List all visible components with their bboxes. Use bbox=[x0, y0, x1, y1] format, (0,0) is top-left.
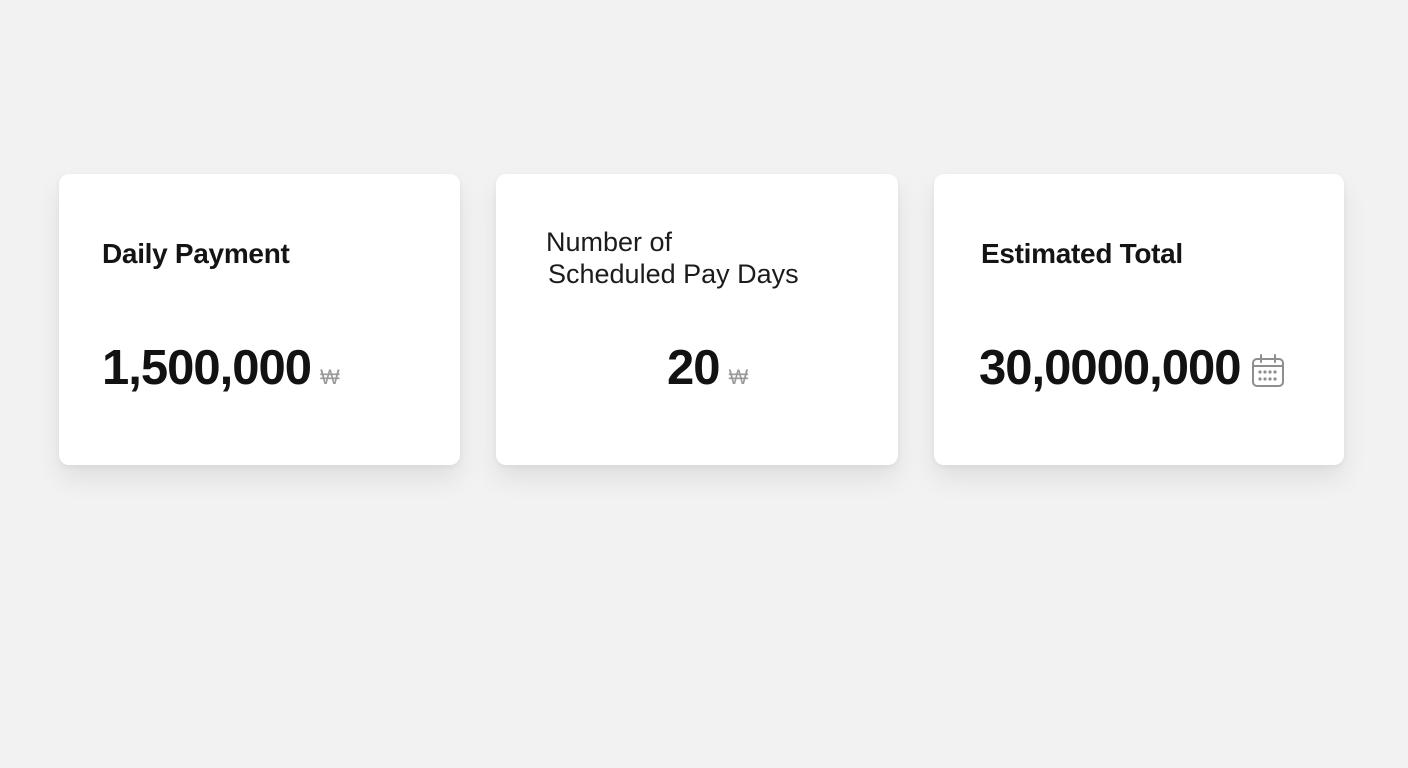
daily-payment-label: Daily Payment bbox=[102, 238, 290, 269]
estimated-total-value: 30,0000,000 bbox=[979, 341, 1241, 395]
estimated-total-value-row: 30,0000,000 bbox=[979, 340, 1285, 396]
estimated-total-card: Estimated Total 30,0000,000 bbox=[934, 174, 1344, 465]
daily-payment-value-row: 1,500,000 ₩ bbox=[102, 340, 340, 396]
daily-payment-card: Daily Payment 1,500,000 ₩ bbox=[59, 174, 460, 465]
estimated-total-label: Estimated Total bbox=[981, 238, 1183, 269]
scheduled-pay-days-label-line1: Number of bbox=[546, 227, 673, 257]
scheduled-pay-days-label-line2: Scheduled Pay Days bbox=[548, 259, 799, 289]
won-currency-icon: ₩ bbox=[728, 366, 749, 389]
scheduled-pay-days-card: Number of Scheduled Pay Days 20 ₩ bbox=[496, 174, 898, 465]
scheduled-pay-days-value-row: 20 ₩ bbox=[667, 340, 748, 396]
scheduled-pay-days-label: Number of Scheduled Pay Days bbox=[546, 226, 799, 290]
calendar-icon bbox=[1251, 354, 1285, 388]
daily-payment-value: 1,500,000 bbox=[102, 341, 312, 395]
scheduled-pay-days-value: 20 bbox=[667, 341, 721, 395]
won-currency-icon: ₩ bbox=[320, 366, 340, 389]
